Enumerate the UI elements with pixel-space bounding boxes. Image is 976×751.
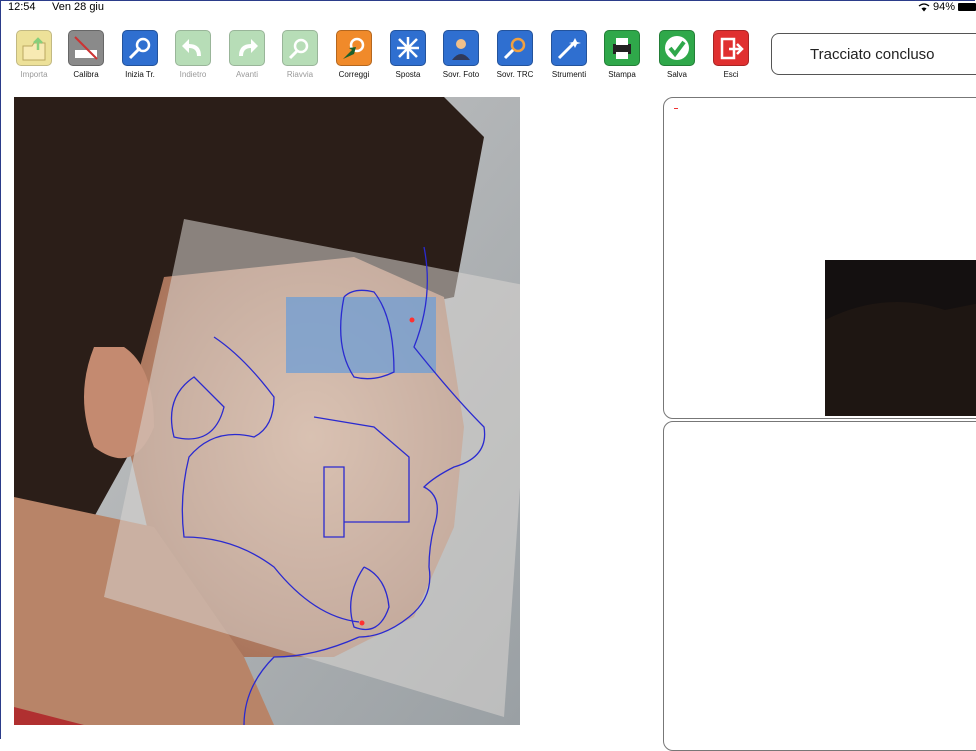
tool-label: Salva	[666, 70, 687, 79]
highlight-region	[286, 297, 436, 373]
tool-stampa-button[interactable]: Stampa	[598, 30, 646, 79]
magic-wand-icon	[551, 30, 587, 66]
tool-label: Importa	[20, 70, 48, 79]
tool-label: Calibra	[73, 70, 99, 79]
tool-sovr-foto-button[interactable]: Sovr. Foto	[437, 30, 485, 79]
tool-label: Avanti	[235, 70, 259, 79]
tool-indietro-button[interactable]: Indietro	[169, 30, 217, 79]
date: Ven 28 giu	[52, 1, 104, 13]
exit-door-icon	[713, 30, 749, 66]
preview-thumbnail[interactable]	[825, 260, 976, 416]
tool-correggi-button[interactable]: Correggi	[330, 30, 378, 79]
tool-salva-button[interactable]: Salva	[653, 30, 701, 79]
restart-trace-icon	[282, 30, 318, 66]
tool-label: Correggi	[338, 70, 370, 79]
tool-riavvia-button[interactable]: Riavvia	[276, 30, 324, 79]
status-message: Tracciato concluso	[810, 45, 935, 63]
correct-point-icon	[336, 30, 372, 66]
tool-importa-button[interactable]: Importa	[10, 30, 58, 79]
status-bar: 12:54 Ven 28 giu 94%	[8, 0, 976, 14]
landmark-point[interactable]	[409, 317, 415, 323]
landmark-point[interactable]	[359, 620, 365, 626]
tool-strumenti-button[interactable]: Strumenti	[545, 30, 593, 79]
tool-label: Riavvia	[286, 70, 314, 79]
wifi-icon	[918, 2, 930, 11]
folder-import-icon	[16, 30, 52, 66]
tool-label: Inizia Tr.	[125, 70, 155, 79]
tool-label: Sposta	[395, 70, 421, 79]
red-marker	[674, 108, 678, 109]
redo-arrow-icon	[229, 30, 265, 66]
trace-start-icon	[122, 30, 158, 66]
status-message-box: Tracciato concluso	[771, 33, 976, 75]
checkmark-icon	[659, 30, 695, 66]
printer-icon	[604, 30, 640, 66]
tool-esci-button[interactable]: Esci	[707, 30, 755, 79]
cephalometric-photo-canvas[interactable]	[14, 97, 520, 725]
tool-calibra-button[interactable]: Calibra	[62, 30, 110, 79]
tool-label: Sovr. TRC	[496, 70, 534, 79]
overlay-photo-icon	[443, 30, 479, 66]
clock: 12:54	[8, 1, 36, 13]
tool-label: Sovr. Foto	[442, 70, 480, 79]
overlay-trace-icon	[497, 30, 533, 66]
tool-sposta-button[interactable]: Sposta	[384, 30, 432, 79]
tool-avanti-button[interactable]: Avanti	[223, 30, 271, 79]
battery-percent: 94%	[932, 1, 955, 13]
undo-arrow-icon	[175, 30, 211, 66]
tool-label: Strumenti	[551, 70, 587, 79]
preview-panel-top	[663, 97, 976, 419]
battery-icon	[958, 3, 976, 11]
preview-panel-bottom	[663, 421, 976, 751]
ruler-calibrate-icon	[68, 30, 104, 66]
overlay-drawing	[14, 97, 520, 725]
tool-inizia-tr-button[interactable]: Inizia Tr.	[116, 30, 164, 79]
tool-sovr-trc-button[interactable]: Sovr. TRC	[491, 30, 539, 79]
tool-label: Esci	[723, 70, 739, 79]
toolbar: Importa Calibra Inizia Tr. Indietro Avanti Ri…	[10, 30, 770, 92]
status-right: 94%	[918, 1, 976, 13]
tool-label: Stampa	[608, 70, 636, 79]
move-arrows-icon	[390, 30, 426, 66]
tool-label: Indietro	[179, 70, 207, 79]
thumbnail-image	[825, 260, 976, 416]
